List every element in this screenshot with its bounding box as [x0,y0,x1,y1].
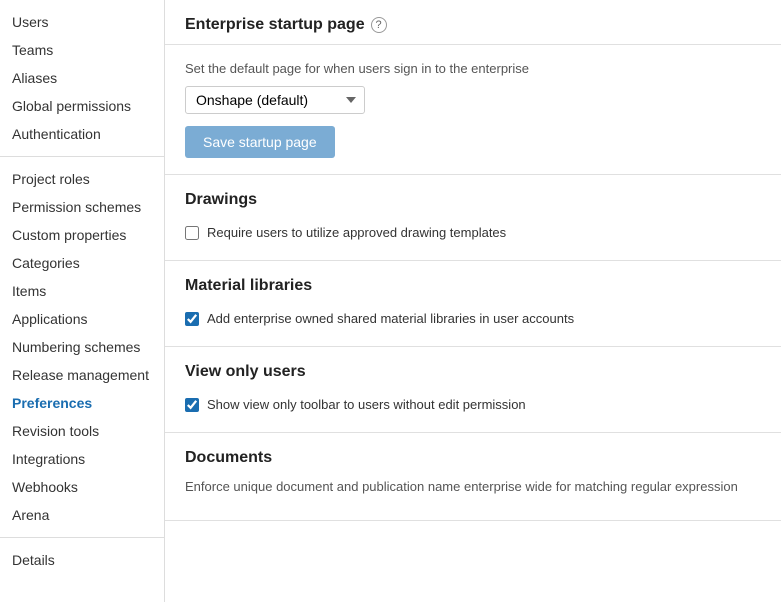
drawings-checkbox-row[interactable]: Require users to utilize approved drawin… [185,221,761,244]
sidebar-item-webhooks[interactable]: Webhooks [0,473,164,501]
main-content: Enterprise startup page ? Set the defaul… [165,0,781,602]
sidebar-divider [0,156,164,157]
drawings-title: Drawings [185,191,761,209]
view-only-users-section: View only users Show view only toolbar t… [165,347,781,433]
view-only-users-checkbox-label: Show view only toolbar to users without … [207,397,526,412]
sidebar-item-release-management[interactable]: Release management [0,361,164,389]
sidebar-item-arena[interactable]: Arena [0,501,164,529]
view-only-users-checkbox-row[interactable]: Show view only toolbar to users without … [185,393,761,416]
material-libraries-checkbox-row[interactable]: Add enterprise owned shared material lib… [185,307,761,330]
sidebar-item-numbering-schemes[interactable]: Numbering schemes [0,333,164,361]
page-title: Enterprise startup page [185,16,365,34]
sidebar: UsersTeamsAliasesGlobal permissionsAuthe… [0,0,165,602]
drawings-checkbox-label: Require users to utilize approved drawin… [207,225,506,240]
sidebar-item-details[interactable]: Details [0,546,164,574]
startup-dropdown-wrapper: Onshape (default) Documents Custom [185,86,761,114]
sidebar-item-revision-tools[interactable]: Revision tools [0,417,164,445]
view-only-users-checkbox[interactable] [185,398,199,412]
sidebar-item-permission-schemes[interactable]: Permission schemes [0,193,164,221]
sidebar-divider [0,537,164,538]
material-libraries-title: Material libraries [185,277,761,295]
documents-title: Documents [185,449,761,467]
view-only-users-title: View only users [185,363,761,381]
sidebar-item-project-roles[interactable]: Project roles [0,165,164,193]
documents-desc: Enforce unique document and publication … [185,479,761,494]
sidebar-item-items[interactable]: Items [0,277,164,305]
sidebar-item-preferences[interactable]: Preferences [0,389,164,417]
sidebar-item-categories[interactable]: Categories [0,249,164,277]
save-startup-button[interactable]: Save startup page [185,126,335,158]
sidebar-item-global-permissions[interactable]: Global permissions [0,92,164,120]
startup-dropdown[interactable]: Onshape (default) Documents Custom [185,86,365,114]
help-icon[interactable]: ? [371,17,387,33]
sidebar-item-custom-properties[interactable]: Custom properties [0,221,164,249]
material-libraries-checkbox[interactable] [185,312,199,326]
sidebar-item-applications[interactable]: Applications [0,305,164,333]
startup-desc: Set the default page for when users sign… [185,61,761,76]
sidebar-item-users[interactable]: Users [0,8,164,36]
startup-page-header: Enterprise startup page ? [165,0,781,45]
documents-section: Documents Enforce unique document and pu… [165,433,781,521]
sidebar-item-integrations[interactable]: Integrations [0,445,164,473]
material-libraries-section: Material libraries Add enterprise owned … [165,261,781,347]
drawings-checkbox[interactable] [185,226,199,240]
material-libraries-checkbox-label: Add enterprise owned shared material lib… [207,311,574,326]
sidebar-item-authentication[interactable]: Authentication [0,120,164,148]
drawings-section: Drawings Require users to utilize approv… [165,175,781,261]
startup-section: Set the default page for when users sign… [165,45,781,175]
sidebar-item-aliases[interactable]: Aliases [0,64,164,92]
sidebar-item-teams[interactable]: Teams [0,36,164,64]
